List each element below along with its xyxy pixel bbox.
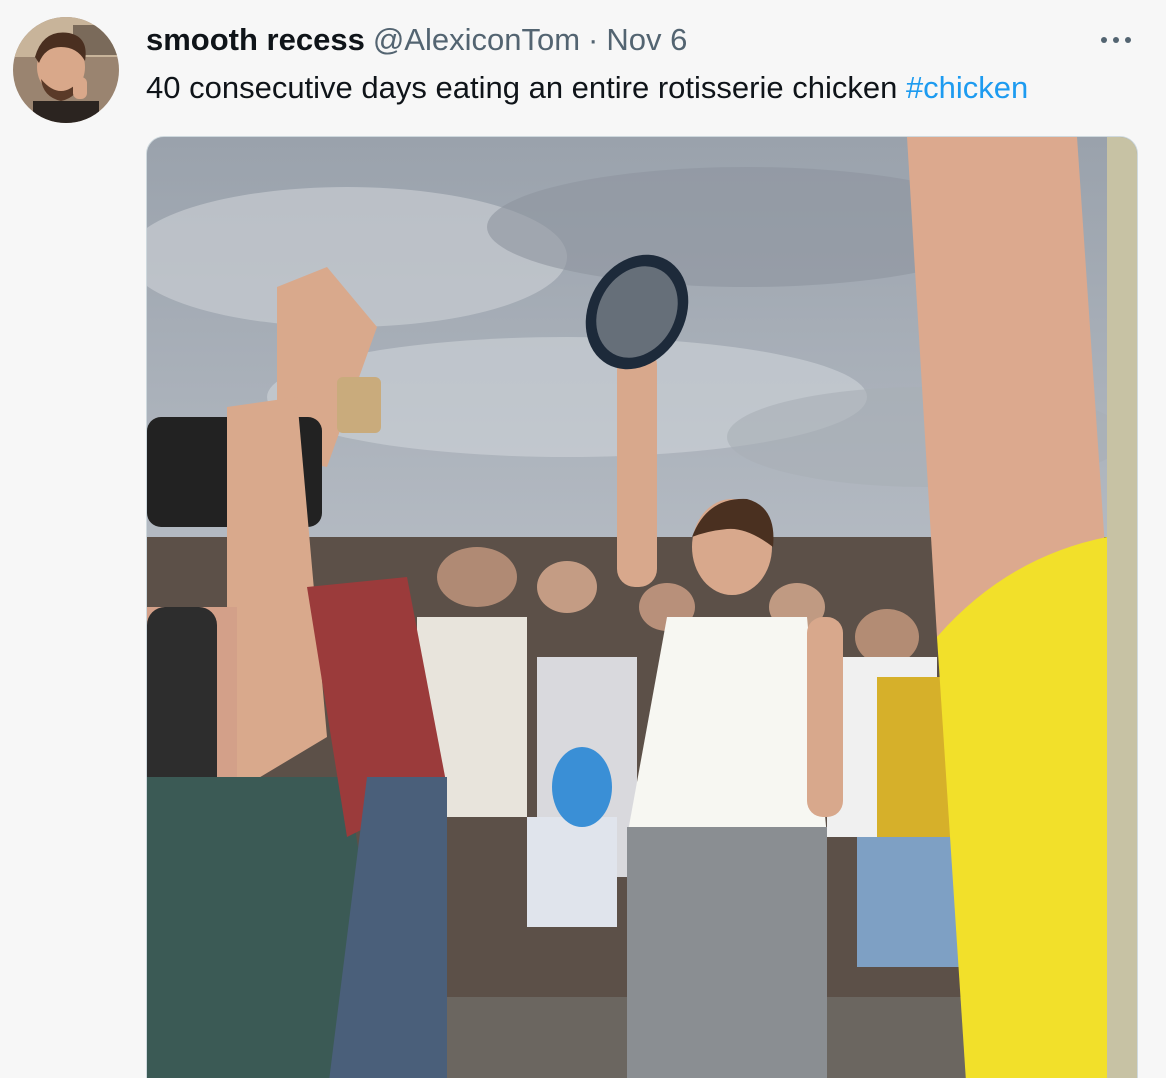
author-display-name[interactable]: smooth recess — [146, 22, 365, 58]
header-separator: · — [588, 22, 599, 57]
ellipsis-icon — [1101, 37, 1131, 43]
avatar-photo-icon — [13, 17, 119, 123]
tweet-body: 40 consecutive days eating an entire rot… — [146, 70, 898, 105]
tweet-header: smooth recess @AlexiconTom · Nov 6 — [146, 20, 687, 60]
author-handle[interactable]: @AlexiconTom — [373, 22, 580, 58]
author-avatar[interactable] — [13, 17, 119, 123]
tweet-date[interactable]: Nov 6 — [606, 22, 687, 58]
tweet-text: 40 consecutive days eating an entire rot… — [146, 66, 1028, 110]
crowd-photo-icon — [147, 137, 1137, 1078]
tweet-photo[interactable] — [146, 136, 1138, 1078]
tweet-card[interactable]: smooth recess @AlexiconTom · Nov 6 40 co… — [0, 0, 1166, 1078]
more-options-button[interactable] — [1096, 26, 1136, 54]
hashtag-link[interactable]: #chicken — [906, 70, 1028, 105]
